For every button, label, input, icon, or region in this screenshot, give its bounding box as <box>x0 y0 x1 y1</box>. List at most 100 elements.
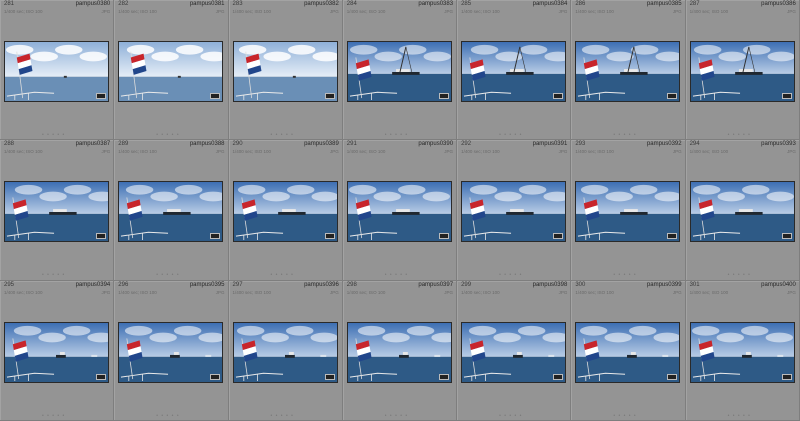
rating-dots[interactable]: • • • • • <box>728 272 751 278</box>
photo-thumbnail[interactable] <box>461 321 567 383</box>
cell-exposure-meta: 1/400 sec; ISO 100 <box>118 289 157 295</box>
thumbnail-cell[interactable]: 290 pampus0389 1/400 sec; ISO 100 JPG • … <box>228 140 343 281</box>
thumbnail-cell[interactable]: 299 pampus0398 1/400 sec; ISO 100 JPG • … <box>457 280 572 421</box>
cell-exposure-meta: 1/400 sec; ISO 100 <box>346 289 386 295</box>
photo-thumbnail[interactable] <box>4 181 109 243</box>
edit-badge-icon[interactable] <box>553 93 564 99</box>
thumbnail-cell[interactable]: 296 pampus0395 1/400 sec; ISO 100 JPG • … <box>114 280 229 421</box>
cell-exposure-meta: 1/400 sec; ISO 100 <box>689 289 729 295</box>
cell-exposure-meta: 1/400 sec; ISO 100 <box>575 149 614 155</box>
edit-badge-icon[interactable] <box>553 373 564 380</box>
photo-thumbnail-image <box>5 182 108 242</box>
rating-dots[interactable]: • • • • • <box>271 132 294 138</box>
photo-thumbnail[interactable] <box>4 41 109 102</box>
rating-dots[interactable]: • • • • • <box>499 132 522 138</box>
photo-thumbnail[interactable] <box>232 321 338 383</box>
rating-dots[interactable]: • • • • • <box>271 413 294 419</box>
thumbnail-cell[interactable]: 298 pampus0397 1/400 sec; ISO 100 JPG • … <box>342 280 458 421</box>
cell-file-extension: JPG <box>558 9 568 14</box>
edit-badge-icon[interactable] <box>781 93 792 99</box>
thumbnail-cell[interactable]: 281 pampus0380 1/400 sec; ISO 100 JPG • … <box>0 0 115 141</box>
photo-thumbnail[interactable] <box>689 181 795 243</box>
edit-badge-icon[interactable] <box>781 233 792 240</box>
thumbnail-cell[interactable]: 297 pampus0396 1/400 sec; ISO 100 JPG • … <box>228 280 343 421</box>
edit-badge-icon[interactable] <box>210 373 221 380</box>
edit-badge-icon[interactable] <box>96 93 106 99</box>
thumbnail-cell[interactable]: 283 pampus0382 1/400 sec; ISO 100 JPG • … <box>228 0 343 141</box>
photo-thumbnail[interactable] <box>346 41 452 102</box>
thumbnail-cell[interactable]: 295 pampus0394 1/400 sec; ISO 100 JPG • … <box>0 280 115 421</box>
rating-dots[interactable]: • • • • • <box>156 413 179 419</box>
photo-thumbnail[interactable] <box>118 321 224 383</box>
cell-filename: pampus0381 <box>189 1 225 7</box>
cell-index: 287 <box>689 1 700 7</box>
photo-thumbnail[interactable] <box>346 181 452 243</box>
edit-badge-icon[interactable] <box>781 373 792 380</box>
thumbnail-cell[interactable]: 285 pampus0384 1/400 sec; ISO 100 JPG • … <box>457 0 572 141</box>
rating-dots[interactable]: • • • • • <box>613 272 636 278</box>
thumbnail-cell[interactable]: 287 pampus0386 1/400 sec; ISO 100 JPG • … <box>685 0 800 141</box>
rating-dots[interactable]: • • • • • <box>42 413 65 419</box>
photo-thumbnail[interactable] <box>4 321 109 383</box>
thumbnail-cell[interactable]: 293 pampus0392 1/400 sec; ISO 100 JPG • … <box>571 140 686 281</box>
rating-dots[interactable]: • • • • • <box>271 272 294 278</box>
thumbnail-cell[interactable]: 292 pampus0391 1/400 sec; ISO 100 JPG • … <box>457 140 572 281</box>
photo-thumbnail[interactable] <box>461 41 567 102</box>
edit-badge-icon[interactable] <box>667 233 678 240</box>
edit-badge-icon[interactable] <box>438 93 449 99</box>
thumbnail-cell[interactable]: 289 pampus0388 1/400 sec; ISO 100 JPG • … <box>114 140 229 281</box>
cell-filename: pampus0390 <box>418 141 454 148</box>
rating-dots[interactable]: • • • • • <box>42 272 65 278</box>
photo-thumbnail[interactable] <box>575 41 681 102</box>
cell-file-extension: JPG <box>215 9 225 14</box>
thumbnail-cell[interactable]: 301 pampus0400 1/400 sec; ISO 100 JPG • … <box>685 280 800 421</box>
photo-thumbnail[interactable] <box>689 41 795 102</box>
rating-dots[interactable]: • • • • • <box>613 413 636 419</box>
thumbnail-cell[interactable]: 294 pampus0393 1/400 sec; ISO 100 JPG • … <box>685 140 800 281</box>
edit-badge-icon[interactable] <box>324 93 335 99</box>
edit-badge-icon[interactable] <box>438 233 449 240</box>
rating-dots[interactable]: • • • • • <box>385 132 408 138</box>
rating-dots[interactable]: • • • • • <box>156 132 179 138</box>
rating-dots[interactable]: • • • • • <box>156 272 179 278</box>
edit-badge-icon[interactable] <box>96 373 106 380</box>
photo-thumbnail-image <box>233 182 337 242</box>
cell-filename: pampus0385 <box>646 1 682 7</box>
edit-badge-icon[interactable] <box>667 373 678 380</box>
thumbnail-cell[interactable]: 282 pampus0381 1/400 sec; ISO 100 JPG • … <box>114 0 229 141</box>
rating-dots[interactable]: • • • • • <box>385 272 408 278</box>
thumbnail-cell[interactable]: 291 pampus0390 1/400 sec; ISO 100 JPG • … <box>342 140 458 281</box>
cell-filename: pampus0387 <box>75 141 111 148</box>
photo-thumbnail[interactable] <box>232 41 338 102</box>
rating-dots[interactable]: • • • • • <box>728 413 751 419</box>
edit-badge-icon[interactable] <box>324 373 335 380</box>
rating-dots[interactable]: • • • • • <box>613 132 636 138</box>
photo-thumbnail[interactable] <box>346 321 452 383</box>
rating-dots[interactable]: • • • • • <box>385 413 408 419</box>
rating-dots[interactable]: • • • • • <box>499 413 522 419</box>
edit-badge-icon[interactable] <box>324 233 335 240</box>
photo-thumbnail[interactable] <box>232 181 338 243</box>
cell-index: 282 <box>118 1 129 7</box>
rating-dots[interactable]: • • • • • <box>728 132 751 138</box>
edit-badge-icon[interactable] <box>438 373 449 380</box>
photo-thumbnail[interactable] <box>461 181 567 243</box>
photo-thumbnail[interactable] <box>575 321 681 383</box>
thumbnail-cell[interactable]: 288 pampus0387 1/400 sec; ISO 100 JPG • … <box>0 140 115 281</box>
edit-badge-icon[interactable] <box>210 233 221 240</box>
photo-thumbnail[interactable] <box>689 321 795 383</box>
thumbnail-cell[interactable]: 284 pampus0383 1/400 sec; ISO 100 JPG • … <box>342 0 458 141</box>
photo-thumbnail[interactable] <box>118 181 224 243</box>
cell-index: 290 <box>232 141 243 148</box>
photo-thumbnail[interactable] <box>118 41 224 102</box>
thumbnail-cell[interactable]: 286 pampus0385 1/400 sec; ISO 100 JPG • … <box>571 0 686 141</box>
edit-badge-icon[interactable] <box>667 93 678 99</box>
thumbnail-cell[interactable]: 300 pampus0399 1/400 sec; ISO 100 JPG • … <box>571 280 686 421</box>
edit-badge-icon[interactable] <box>96 233 106 240</box>
edit-badge-icon[interactable] <box>553 233 564 240</box>
edit-badge-icon[interactable] <box>210 93 221 99</box>
rating-dots[interactable]: • • • • • <box>42 132 65 138</box>
photo-thumbnail[interactable] <box>575 181 681 243</box>
photo-thumbnail-image <box>462 322 566 382</box>
rating-dots[interactable]: • • • • • <box>499 272 522 278</box>
